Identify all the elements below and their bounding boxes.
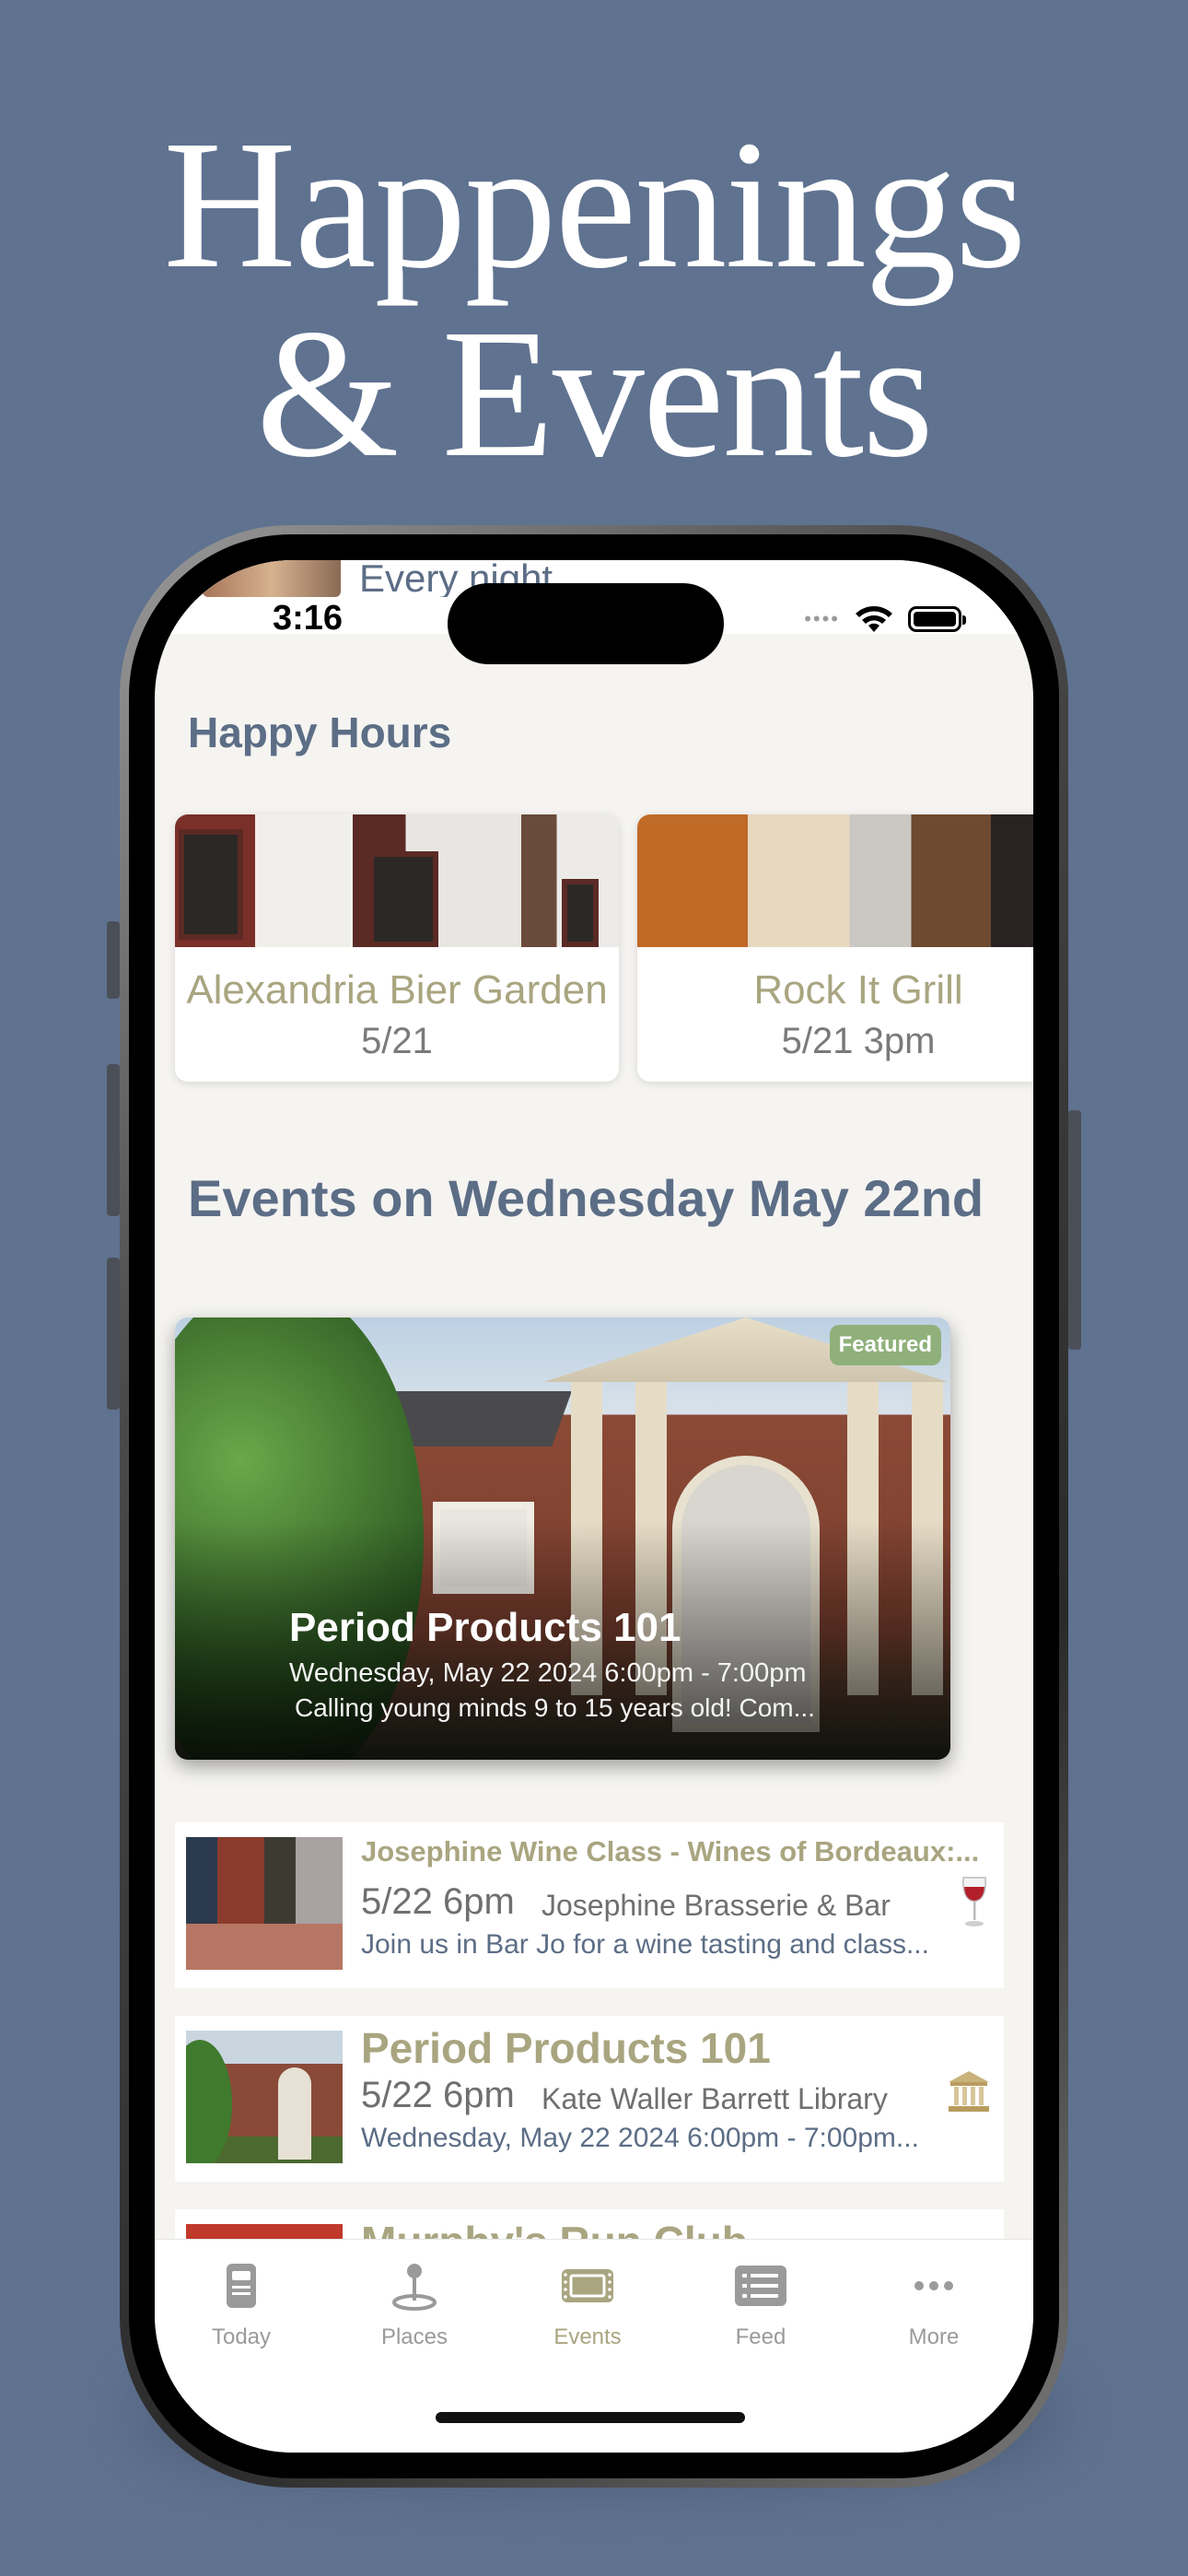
museum-icon xyxy=(949,2071,989,2112)
cellular-icon: •••• xyxy=(804,607,840,630)
happy-hour-name: Rock It Grill xyxy=(753,967,963,1013)
events-heading: Events on Wednesday May 22nd xyxy=(188,1169,984,1227)
featured-event-description: Calling young minds 9 to 15 years old! C… xyxy=(295,1693,815,1722)
tab-label: Feed xyxy=(735,2324,786,2349)
tab-places[interactable]: Places xyxy=(328,2258,501,2350)
battery-icon xyxy=(908,606,966,632)
event-description: Wednesday, May 22 2024 6:00pm - 7:00pm..… xyxy=(361,2123,919,2153)
battery-level xyxy=(914,612,956,626)
action-button xyxy=(107,921,120,999)
event-title: Josephine Wine Class - Wines of Bordeaux… xyxy=(361,1835,980,1868)
newspaper-icon xyxy=(227,2264,256,2308)
app-screen: Every night 3:16 •••• Happy Hours Alexan… xyxy=(155,560,1033,2453)
volume-down-button xyxy=(107,1258,120,1410)
happy-hour-date: 5/21 xyxy=(361,1021,433,1061)
happy-hour-card[interactable]: Alexandria Bier Garden 5/21 xyxy=(175,814,619,1082)
featured-event-title: Period Products 101 xyxy=(289,1605,681,1650)
ellipsis-icon xyxy=(914,2281,953,2290)
tab-more[interactable]: More xyxy=(847,2258,1020,2350)
happy-hour-date: 5/21 3pm xyxy=(781,1021,936,1061)
status-time: 3:16 xyxy=(273,599,344,638)
happy-hour-name: Alexandria Bier Garden xyxy=(186,967,608,1013)
event-venue: Kate Waller Barrett Library xyxy=(542,2082,888,2115)
peek-thumbnail xyxy=(203,560,341,597)
tab-events[interactable]: Events xyxy=(501,2258,674,2350)
featured-badge: Featured xyxy=(829,1325,941,1365)
volume-up-button xyxy=(107,1064,120,1216)
event-when: 5/22 6pm xyxy=(361,2075,515,2115)
headline-line-1: Happenings xyxy=(163,103,1026,307)
wifi-icon xyxy=(856,606,892,632)
happy-hours-heading: Happy Hours xyxy=(188,708,452,756)
happy-hour-card-image xyxy=(175,814,619,947)
event-venue: Josephine Brasserie & Bar xyxy=(542,1889,891,1922)
map-pin-icon xyxy=(392,2264,437,2311)
headline-line-2: & Events xyxy=(256,292,934,496)
tab-label: Events xyxy=(553,2324,622,2349)
phone-bezel: Every night 3:16 •••• Happy Hours Alexan… xyxy=(129,534,1059,2478)
tab-feed[interactable]: Feed xyxy=(674,2258,847,2350)
tab-label: Places xyxy=(380,2324,448,2349)
featured-event-date: Wednesday, May 22 2024 6:00pm - 7:00pm xyxy=(289,1658,807,1688)
event-description: Join us in Bar Jo for a wine tasting and… xyxy=(361,1929,929,1960)
happy-hour-card-image xyxy=(637,814,1033,947)
ticket-icon xyxy=(562,2269,613,2302)
event-when: 5/22 6pm xyxy=(361,1881,515,1922)
happy-hour-card[interactable]: Rock It Grill 5/21 3pm xyxy=(637,814,1033,1082)
phone-frame: Every night 3:16 •••• Happy Hours Alexan… xyxy=(120,525,1068,2488)
list-icon xyxy=(735,2266,786,2306)
tab-label: Today xyxy=(211,2324,272,2349)
featured-event-card[interactable]: Featured Period Products 101 Wednesday, … xyxy=(175,1317,950,1760)
tab-label: More xyxy=(908,2324,960,2349)
event-thumbnail xyxy=(186,1837,343,1970)
event-title: Period Products 101 xyxy=(361,2024,771,2072)
wine-glass-icon xyxy=(962,1877,986,1926)
event-thumbnail xyxy=(186,2031,343,2163)
dynamic-island xyxy=(448,583,724,664)
event-list-item[interactable]: Josephine Wine Class - Wines of Bordeaux… xyxy=(175,1822,1004,1988)
tab-bar: Today Places Events Feed More xyxy=(155,2239,1033,2453)
status-icons: •••• xyxy=(804,604,966,634)
power-button xyxy=(1068,1110,1081,1350)
home-indicator[interactable] xyxy=(436,2412,745,2423)
headline: Happenings & Events xyxy=(0,111,1188,488)
tab-today[interactable]: Today xyxy=(155,2258,328,2350)
event-list-item[interactable]: Period Products 101 5/22 6pm Kate Waller… xyxy=(175,2016,1004,2182)
